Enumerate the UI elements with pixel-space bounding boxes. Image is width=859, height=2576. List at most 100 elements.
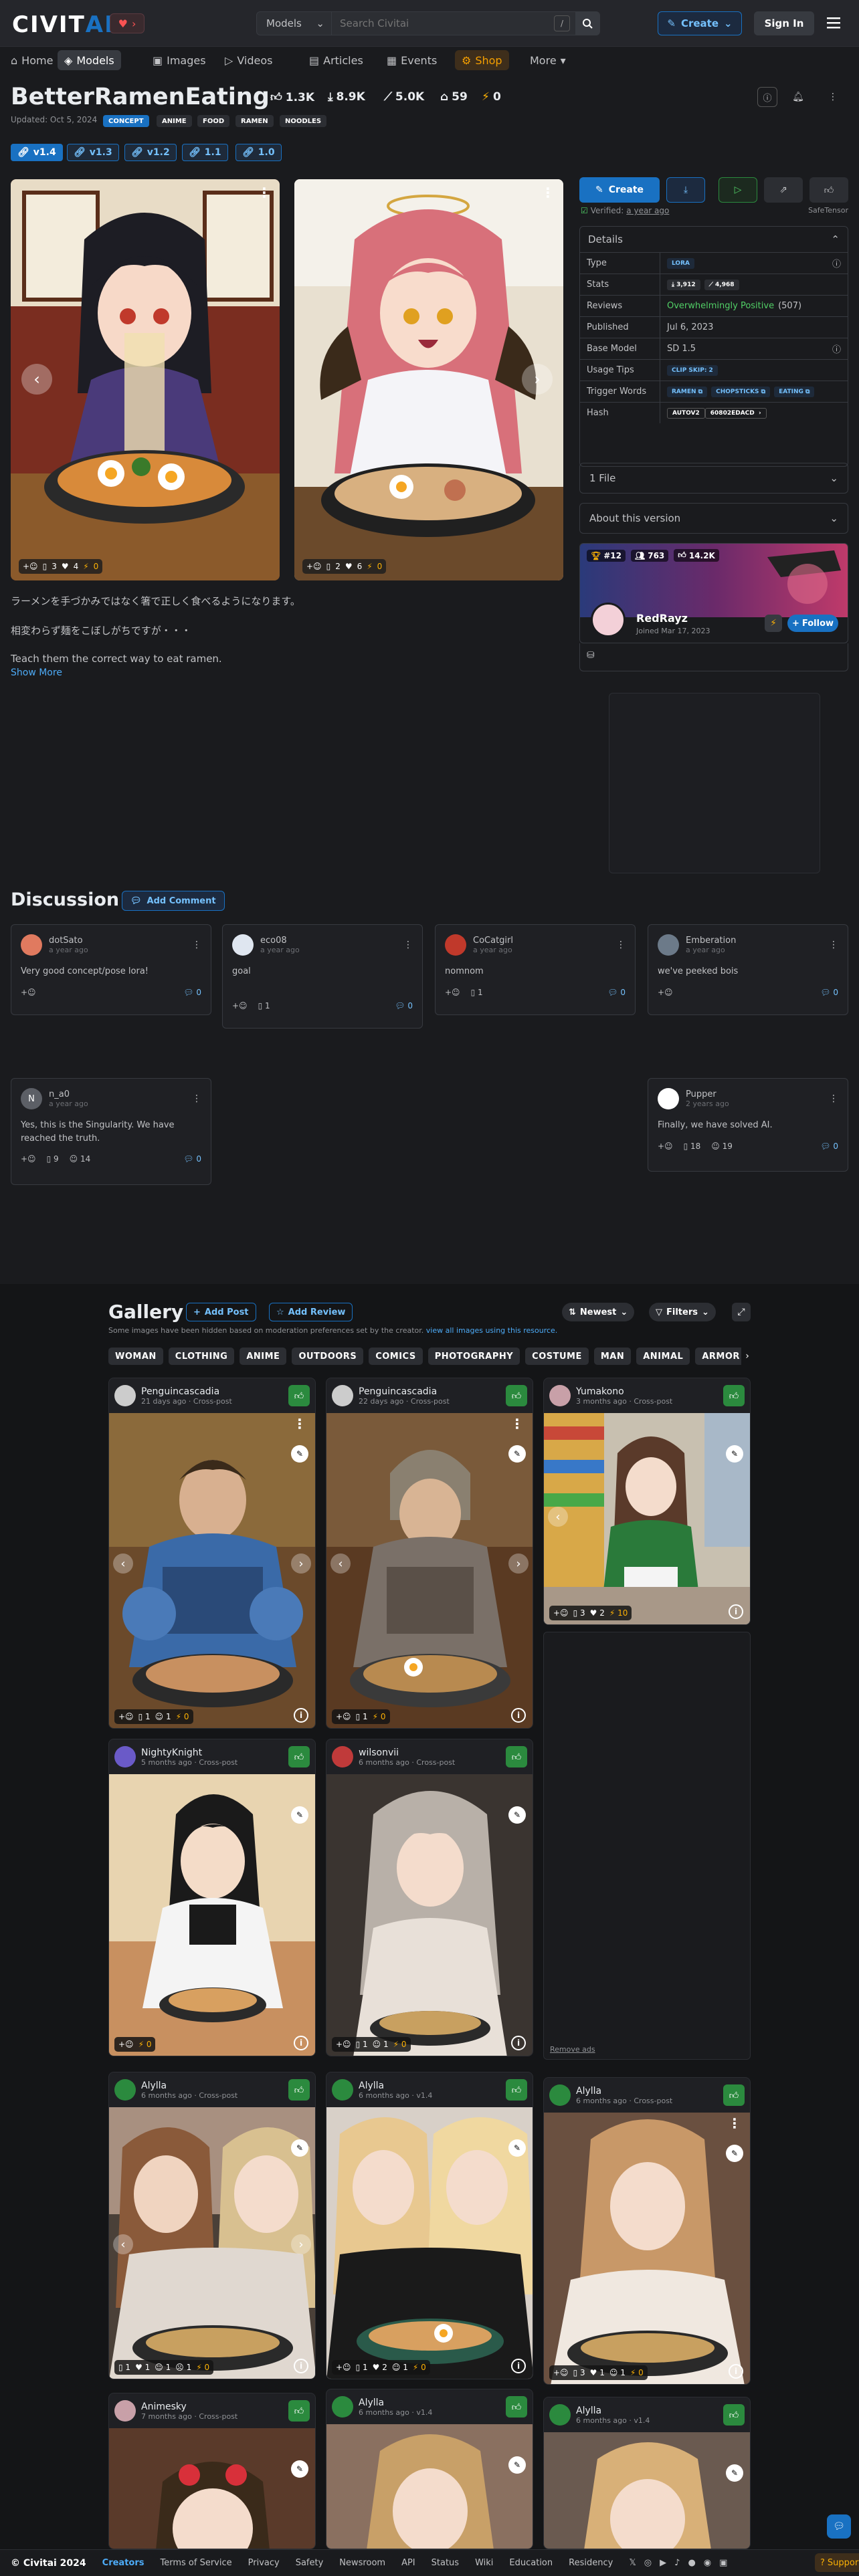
chip-photography[interactable]: PHOTOGRAPHY — [427, 1348, 520, 1365]
add-reaction-icon[interactable]: +☺ — [118, 2040, 134, 2049]
expand-gallery-button[interactable]: ⤢ — [732, 1303, 751, 1321]
create-button[interactable]: ✎ Create ⌄ — [658, 11, 742, 35]
gallery-card[interactable]: Alylla 6 months ago · v1.4 👍︎ ✎ +☺ ▯ 1 ♥ 2 ☺ … — [326, 2072, 533, 2379]
search-input[interactable] — [332, 17, 554, 29]
follow-button[interactable]: + Follow — [787, 615, 838, 632]
laugh-reaction[interactable]: ☺ 1 — [609, 2368, 626, 2377]
add-reaction-icon[interactable]: +☺ — [553, 2368, 569, 2377]
avatar[interactable]: N — [21, 1088, 42, 1109]
link-icon[interactable]: ⛁ — [587, 650, 595, 661]
laugh-reaction[interactable]: ☺ 14 — [70, 1154, 91, 1164]
nav-articles[interactable]: ▤ Articles — [302, 50, 370, 70]
sign-in-button[interactable]: Sign In — [754, 11, 814, 35]
buzz-reaction[interactable]: ⚡ 0 — [138, 2040, 152, 2049]
buzz-reaction[interactable]: ⚡ 10 — [609, 1608, 628, 1618]
buzz-reaction[interactable]: ⚡ 0 — [196, 2363, 209, 2372]
next-image-arrow[interactable]: › — [291, 1553, 311, 1574]
info-icon[interactable]: i — [294, 2036, 308, 2050]
info-icon[interactable]: i — [729, 1604, 743, 1619]
image-reaction[interactable]: ▯ 1 — [118, 2363, 130, 2372]
footer-link-api[interactable]: API — [401, 2558, 415, 2568]
laugh-reaction[interactable]: ☺ 1 — [392, 2363, 408, 2372]
remix-button[interactable]: ✎ — [291, 2139, 308, 2157]
footer-link-privacy[interactable]: Privacy — [248, 2558, 280, 2568]
add-reaction-icon[interactable]: +☺ — [232, 1001, 248, 1010]
card-author[interactable]: Penguincascadia — [359, 1386, 450, 1397]
like-button[interactable]: 👍︎ — [723, 2404, 745, 2426]
chat-button[interactable]: 💬︎ — [827, 2514, 851, 2539]
comment-author[interactable]: n_a0 — [49, 1089, 88, 1099]
remix-button[interactable]: ✎ — [291, 1445, 308, 1463]
card-author[interactable]: wilsonvii — [359, 1747, 455, 1758]
card-author[interactable]: Penguincascadia — [141, 1386, 232, 1397]
dots-vertical-icon[interactable]: ⋮ — [192, 1093, 201, 1104]
chip-anime[interactable]: ANIME — [240, 1348, 287, 1365]
avatar[interactable] — [332, 1385, 353, 1406]
files-accordion[interactable]: 1 File ⌄ — [579, 463, 848, 494]
footer-link-safety[interactable]: Safety — [296, 2558, 324, 2568]
image-reaction[interactable]: ▯ 1 — [356, 2040, 368, 2049]
avatar[interactable] — [21, 934, 42, 956]
image-menu-icon[interactable]: ⋮ — [541, 185, 555, 201]
image-reaction[interactable]: ▯ 1 — [356, 1712, 368, 1721]
tag-noodles[interactable]: NOODLES — [280, 115, 327, 127]
remix-button[interactable]: ✎ — [726, 1445, 743, 1463]
hash-value[interactable]: 60802EDACD › — [704, 407, 767, 419]
card-author[interactable]: Yumakono — [576, 1386, 672, 1397]
showcase-image-1[interactable]: ⋮ ‹ +☺ ▯ 3 ♥ 4 ⚡ 0 — [11, 179, 280, 580]
replies-count[interactable]: 💬︎ 0 — [183, 988, 201, 997]
info-icon[interactable]: i — [294, 2359, 308, 2373]
search-button[interactable] — [575, 11, 599, 35]
info-icon[interactable]: i — [729, 2364, 743, 2379]
like-button[interactable]: 👍︎ — [809, 177, 848, 203]
chip-outdoors[interactable]: OUTDOORS — [292, 1348, 364, 1365]
remove-ads-link[interactable]: Remove ads — [550, 2045, 595, 2054]
nav-events[interactable]: ▦ Events — [380, 50, 444, 70]
tip-buzz-button[interactable]: ⚡ — [765, 615, 782, 632]
info-icon[interactable]: ⓘ — [832, 342, 841, 355]
chip-clothing[interactable]: CLOTHING — [168, 1348, 235, 1365]
nav-images[interactable]: ▣ Images — [146, 50, 213, 70]
instagram-icon[interactable]: ◎ — [644, 2558, 652, 2568]
gallery-card[interactable]: Alylla 6 months ago · Cross-post 👍︎ ✎ ⋮ +☺… — [543, 2077, 751, 2385]
add-comment-button[interactable]: 💬︎ Add Comment — [122, 891, 225, 911]
info-icon[interactable]: i — [511, 2359, 526, 2373]
search-type-select[interactable]: Models ⌄ — [257, 12, 332, 35]
avatar[interactable] — [445, 934, 466, 956]
laugh-reaction[interactable]: ☺ 1 — [155, 2363, 171, 2372]
creator-name[interactable]: RedRayz — [636, 612, 688, 625]
nav-shop[interactable]: ⚙ Shop — [455, 50, 509, 70]
avatar[interactable] — [332, 2396, 353, 2418]
buzz-reaction[interactable]: ⚡ 0 — [630, 2368, 644, 2377]
like-button[interactable]: 👍︎ — [288, 2079, 310, 2101]
heart-reaction[interactable]: ♥ 2 — [590, 1608, 605, 1618]
avatar[interactable] — [114, 2079, 136, 2101]
hash-type-select[interactable]: AUTOV2 — [667, 407, 705, 419]
image-reaction[interactable]: ▯ 18 — [684, 1142, 701, 1151]
buzz-reaction[interactable]: ⚡ 0 — [373, 1712, 386, 1721]
heart-reaction[interactable]: ♥ 1 — [590, 2368, 605, 2377]
like-button[interactable]: 👍︎ — [506, 2396, 527, 2418]
gallery-card[interactable]: wilsonvii 6 months ago · Cross-post 👍︎ ✎ +… — [326, 1739, 533, 2056]
image-reaction[interactable]: ▯ 9 — [47, 1154, 59, 1164]
details-header[interactable]: Details ⌃ — [580, 227, 848, 252]
add-reaction-icon[interactable]: +☺ — [658, 1142, 673, 1151]
trigger-word-eating[interactable]: EATING ⧉ — [774, 386, 815, 397]
footer-link-terms[interactable]: Terms of Service — [161, 2558, 232, 2568]
version-tab-10[interactable]: 🔗︎ 1.0 — [235, 144, 282, 161]
nav-more[interactable]: More ▾ — [523, 50, 573, 70]
add-reaction-icon[interactable]: +☺ — [336, 1712, 351, 1721]
chip-scroll-right[interactable]: › — [741, 1348, 753, 1365]
image-reaction[interactable]: ▯ 1 — [471, 988, 483, 997]
showcase-image-2[interactable]: ⋮ › +☺ ▯ 2 ♥ 6 ⚡ 0 — [294, 179, 563, 580]
add-reaction-icon[interactable]: +☺ — [336, 2040, 351, 2049]
prev-image-arrow[interactable]: ‹ — [21, 364, 52, 395]
chip-animal[interactable]: ANIMAL — [636, 1348, 690, 1365]
dots-vertical-icon[interactable]: ⋮ — [403, 940, 413, 950]
avatar[interactable] — [232, 934, 254, 956]
chip-woman[interactable]: WOMAN — [108, 1348, 163, 1365]
like-button[interactable]: 👍︎ — [288, 2400, 310, 2422]
like-button[interactable]: 👍︎ — [506, 1385, 527, 1406]
version-tab-v13[interactable]: 🔗︎ v1.3 — [67, 144, 119, 161]
filters-button[interactable]: ▽ Filters ⌄ — [649, 1303, 716, 1321]
